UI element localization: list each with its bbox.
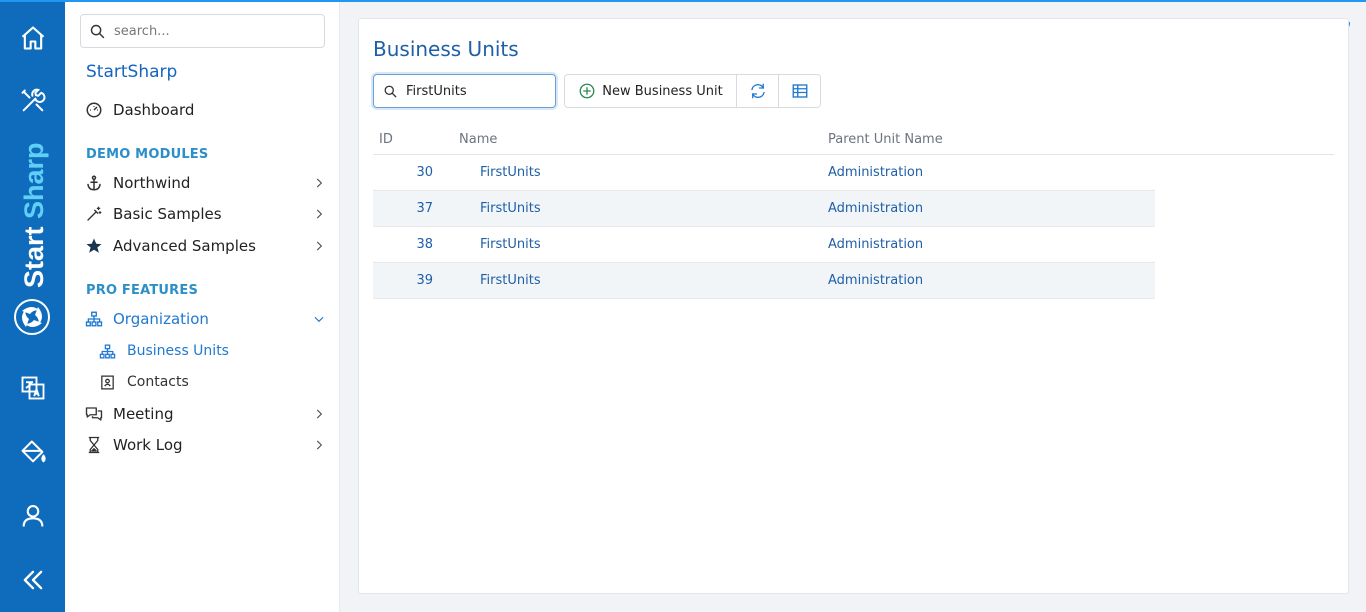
column-header-parent-unit-name[interactable]: Parent Unit Name: [828, 132, 943, 147]
sidebar-item-label: Meeting: [113, 405, 174, 423]
sidebar-item-northwind[interactable]: Northwind: [80, 169, 330, 197]
startsharp-brand-logo: Start Sharp: [14, 142, 50, 335]
chevron-right-icon: [316, 209, 323, 219]
star-icon: [84, 236, 104, 256]
chevron-down-icon: [314, 316, 324, 323]
cell-parent-link[interactable]: Administration: [828, 201, 923, 216]
org-chart-icon: [97, 341, 117, 361]
chat-bubbles-icon: [84, 404, 104, 424]
chevron-right-icon: [316, 440, 323, 450]
loading-progress-line: [0, 0, 1366, 2]
sidebar-item-label: Dashboard: [113, 101, 195, 119]
sidebar-search[interactable]: [80, 14, 325, 48]
quick-search-input[interactable]: [406, 83, 546, 99]
sidebar-item-organization[interactable]: Organization: [80, 305, 330, 333]
business-units-grid-panel: Business Units New Business Unit ID Name…: [358, 18, 1349, 594]
sidebar-item-label: Northwind: [113, 174, 191, 192]
icon-rail: Start Sharp: [0, 0, 65, 612]
translate-icon[interactable]: [0, 366, 65, 410]
column-picker-button[interactable]: [778, 75, 820, 107]
chevron-right-icon: [316, 409, 323, 419]
chevron-right-icon: [316, 178, 323, 188]
quick-search[interactable]: [373, 74, 556, 108]
cell-name-link[interactable]: FirstUnits: [480, 273, 541, 288]
column-header-name[interactable]: Name: [459, 132, 497, 147]
sidebar-item-label: Advanced Samples: [113, 237, 256, 255]
sidebar-item-basic-samples[interactable]: Basic Samples: [80, 200, 330, 228]
grid-toolbar: New Business Unit: [564, 74, 821, 108]
search-icon: [90, 24, 105, 38]
sidebar-item-label: Basic Samples: [113, 205, 222, 223]
new-business-unit-label: New Business Unit: [602, 83, 723, 99]
sidebar-item-business-units[interactable]: Business Units: [97, 338, 330, 364]
cell-name-link[interactable]: FirstUnits: [480, 165, 541, 180]
sidebar-item-dashboard[interactable]: Dashboard: [80, 96, 330, 124]
section-demo-modules: DEMO MODULES: [86, 147, 209, 162]
refresh-icon: [750, 83, 765, 99]
table-row[interactable]: 38 FirstUnits Administration: [373, 227, 1155, 263]
table-row[interactable]: 37 FirstUnits Administration: [373, 191, 1155, 227]
grid-header: ID Name Parent Unit Name: [373, 123, 1334, 155]
plus-circle-icon: [579, 83, 595, 99]
sidebar-item-label: Organization: [113, 310, 209, 328]
table-row[interactable]: 39 FirstUnits Administration: [373, 263, 1155, 299]
sidebar-item-label: Contacts: [127, 374, 189, 390]
sidebar-search-input[interactable]: [114, 23, 314, 39]
table-row[interactable]: 30 FirstUnits Administration: [373, 155, 1155, 191]
cell-id: 39: [416, 273, 433, 288]
cell-id: 30: [416, 165, 433, 180]
page-title: Business Units: [373, 37, 519, 61]
cell-name-link[interactable]: FirstUnits: [480, 237, 541, 252]
cell-id: 37: [416, 201, 433, 216]
brand-sharp-text: Sharp: [19, 142, 49, 219]
sidebar-item-advanced-samples[interactable]: Advanced Samples: [80, 232, 330, 260]
sidebar-item-work-log[interactable]: Work Log: [80, 431, 330, 459]
tools-icon[interactable]: [0, 79, 65, 123]
sidebar-item-meeting[interactable]: Meeting: [80, 400, 330, 428]
app-title[interactable]: StartSharp: [86, 62, 177, 82]
sidebar-item-contacts[interactable]: Contacts: [97, 369, 330, 395]
cell-id: 38: [416, 237, 433, 252]
contact-card-icon: [97, 372, 117, 392]
cell-parent-link[interactable]: Administration: [828, 273, 923, 288]
org-chart-icon: [84, 309, 104, 329]
cell-parent-link[interactable]: Administration: [828, 237, 923, 252]
table-columns-icon: [792, 84, 807, 98]
magic-wand-icon: [84, 204, 104, 224]
section-pro-features: PRO FEATURES: [86, 283, 199, 298]
hourglass-icon: [84, 435, 104, 455]
sidebar-item-label: Business Units: [127, 343, 229, 359]
swirl-logo-icon: [14, 299, 50, 335]
search-icon: [384, 85, 397, 98]
refresh-button[interactable]: [736, 75, 778, 107]
collapse-sidebar-icon[interactable]: [0, 558, 65, 602]
home-icon[interactable]: [0, 16, 65, 60]
sidebar: StartSharp Dashboard DEMO MODULES Northw…: [65, 0, 340, 612]
dashboard-gauge-icon: [84, 100, 104, 120]
brand-start-text: Start: [19, 226, 49, 288]
chevron-right-icon: [316, 241, 323, 251]
new-business-unit-button[interactable]: New Business Unit: [565, 75, 736, 107]
anchor-icon: [84, 173, 104, 193]
cell-name-link[interactable]: FirstUnits: [480, 201, 541, 216]
cell-parent-link[interactable]: Administration: [828, 165, 923, 180]
user-icon[interactable]: [0, 494, 65, 538]
sidebar-item-label: Work Log: [113, 436, 183, 454]
paint-bucket-icon[interactable]: [0, 430, 65, 474]
column-header-id[interactable]: ID: [379, 132, 393, 147]
